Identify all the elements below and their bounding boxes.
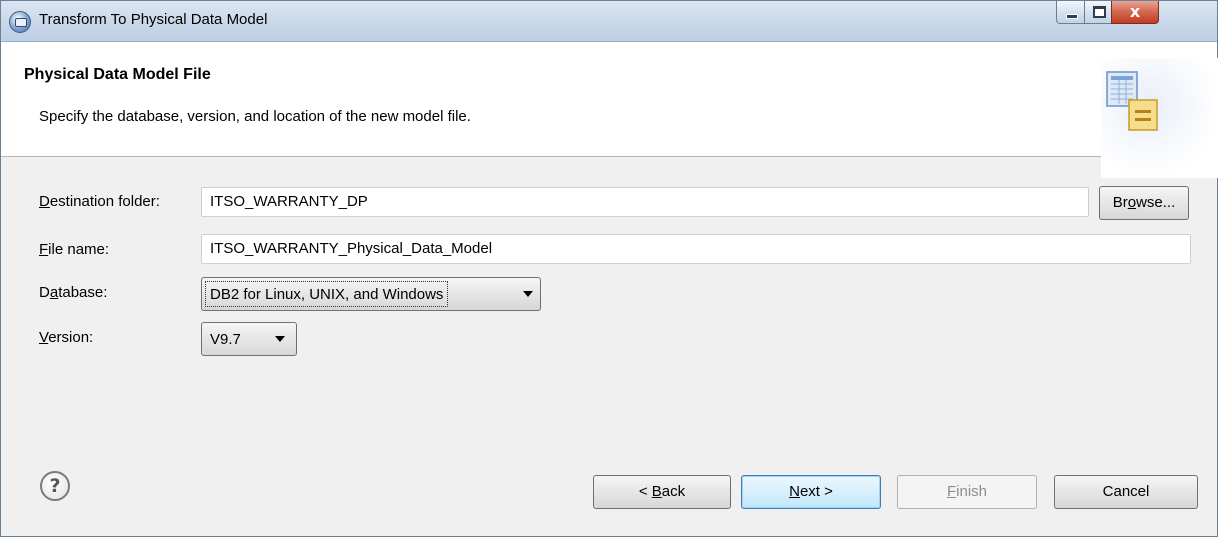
close-icon: x [1129, 2, 1141, 21]
database-dropdown[interactable]: DB2 for Linux, UNIX, and Windows [201, 277, 541, 311]
chevron-down-icon [275, 336, 285, 342]
button-text: Br [1112, 194, 1128, 211]
dialog-window: Transform To Physical Data Model x Physi… [0, 0, 1218, 537]
label-text: ile name: [48, 241, 110, 258]
wizard-footer: ? < Back Next > Finish Cancel [1, 445, 1217, 536]
next-button[interactable]: Next > [741, 475, 881, 509]
version-dropdown[interactable]: V9.7 [201, 322, 297, 356]
title-bar[interactable]: Transform To Physical Data Model x [1, 1, 1217, 42]
button-text: wse... [1136, 194, 1176, 211]
button-text: ext > [799, 483, 833, 500]
file-name-field[interactable]: ITSO_WARRANTY_Physical_Data_Model [201, 234, 1191, 264]
label-mnemonic: a [49, 284, 59, 301]
page-description: Specify the database, version, and locat… [39, 108, 471, 125]
cancel-button[interactable]: Cancel [1054, 475, 1198, 509]
version-label: Version: [39, 329, 93, 346]
browse-button[interactable]: Browse... [1099, 186, 1189, 220]
data-model-wizard-icon [1101, 58, 1218, 178]
maximize-icon [1093, 6, 1106, 18]
finish-button[interactable]: Finish [897, 475, 1037, 509]
button-text: < [638, 483, 652, 500]
minimize-button[interactable] [1056, 1, 1086, 24]
close-button[interactable]: x [1111, 1, 1159, 24]
button-text: inish [956, 483, 988, 500]
label-text: estination folder: [49, 193, 160, 210]
chevron-down-icon [523, 291, 533, 297]
database-selected-value: DB2 for Linux, UNIX, and Windows [205, 281, 449, 307]
database-label: Database: [39, 284, 107, 301]
label-mnemonic: D [39, 193, 50, 210]
destination-folder-field[interactable]: ITSO_WARRANTY_DP [201, 187, 1089, 217]
label-mnemonic: F [39, 241, 49, 258]
form-area: Destination folder: ITSO_WARRANTY_DP Bro… [1, 157, 1217, 445]
file-name-label: File name: [39, 241, 109, 258]
label-text: D [39, 284, 50, 301]
wizard-banner: Physical Data Model File Specify the dat… [1, 42, 1218, 178]
maximize-button[interactable] [1084, 1, 1113, 24]
minimize-icon [1066, 14, 1078, 19]
button-mnemonic: B [651, 483, 662, 500]
label-text: ersion: [48, 329, 94, 346]
button-mnemonic: F [946, 483, 957, 500]
button-mnemonic: o [1127, 194, 1137, 211]
back-button[interactable]: < Back [593, 475, 731, 509]
version-selected-value: V9.7 [210, 331, 241, 348]
page-title: Physical Data Model File [24, 66, 211, 83]
help-icon[interactable]: ? [40, 471, 70, 501]
button-mnemonic: N [789, 483, 800, 500]
destination-folder-label: Destination folder: [39, 193, 160, 210]
window-title: Transform To Physical Data Model [39, 11, 268, 28]
label-mnemonic: V [39, 329, 49, 346]
app-icon [9, 11, 31, 33]
button-text: ack [661, 483, 686, 500]
label-text: tabase: [58, 284, 108, 301]
